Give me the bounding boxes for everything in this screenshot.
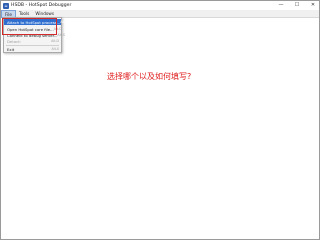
menu-item-shortcut: Alt-S: [57, 33, 65, 37]
java-app-icon: ☕: [3, 2, 9, 9]
menu-item-exit[interactable]: Exit Alt-X: [4, 46, 61, 52]
window-controls: — ☐ ✕: [277, 1, 317, 10]
menu-item-shortcut: Alt-A: [60, 20, 68, 24]
menu-item-shortcut: Alt-X: [51, 47, 60, 51]
annotation-question: 选择哪个以及如何填写?: [107, 72, 192, 81]
menu-item-shortcut: Alt-D: [51, 39, 59, 43]
hsdb-window: ☕ HSDB - HotSpot Debugger — ☐ ✕ File Too…: [0, 0, 320, 240]
menu-item-label: Open HotSpot core file...: [7, 26, 54, 32]
maximize-button[interactable]: ☐: [293, 1, 301, 10]
menu-item-label: Attach to HotSpot process...: [7, 19, 61, 25]
menu-item-label: Exit: [7, 46, 15, 52]
menu-item-label: Detach: [7, 38, 21, 44]
close-button[interactable]: ✕: [309, 1, 317, 10]
menu-item-attach-process[interactable]: Attach to HotSpot process... Alt-A: [4, 19, 68, 25]
window-title: HSDB - HotSpot Debugger: [11, 3, 72, 8]
minimize-button[interactable]: —: [277, 1, 285, 10]
file-menu-dropdown: Attach to HotSpot process... Alt-A Open …: [3, 17, 68, 53]
menu-item-detach: Detach Alt-D: [4, 38, 61, 44]
menu-item-label: Connect to debug server...: [7, 32, 58, 38]
menu-item-shortcut: Alt-C: [53, 27, 62, 31]
